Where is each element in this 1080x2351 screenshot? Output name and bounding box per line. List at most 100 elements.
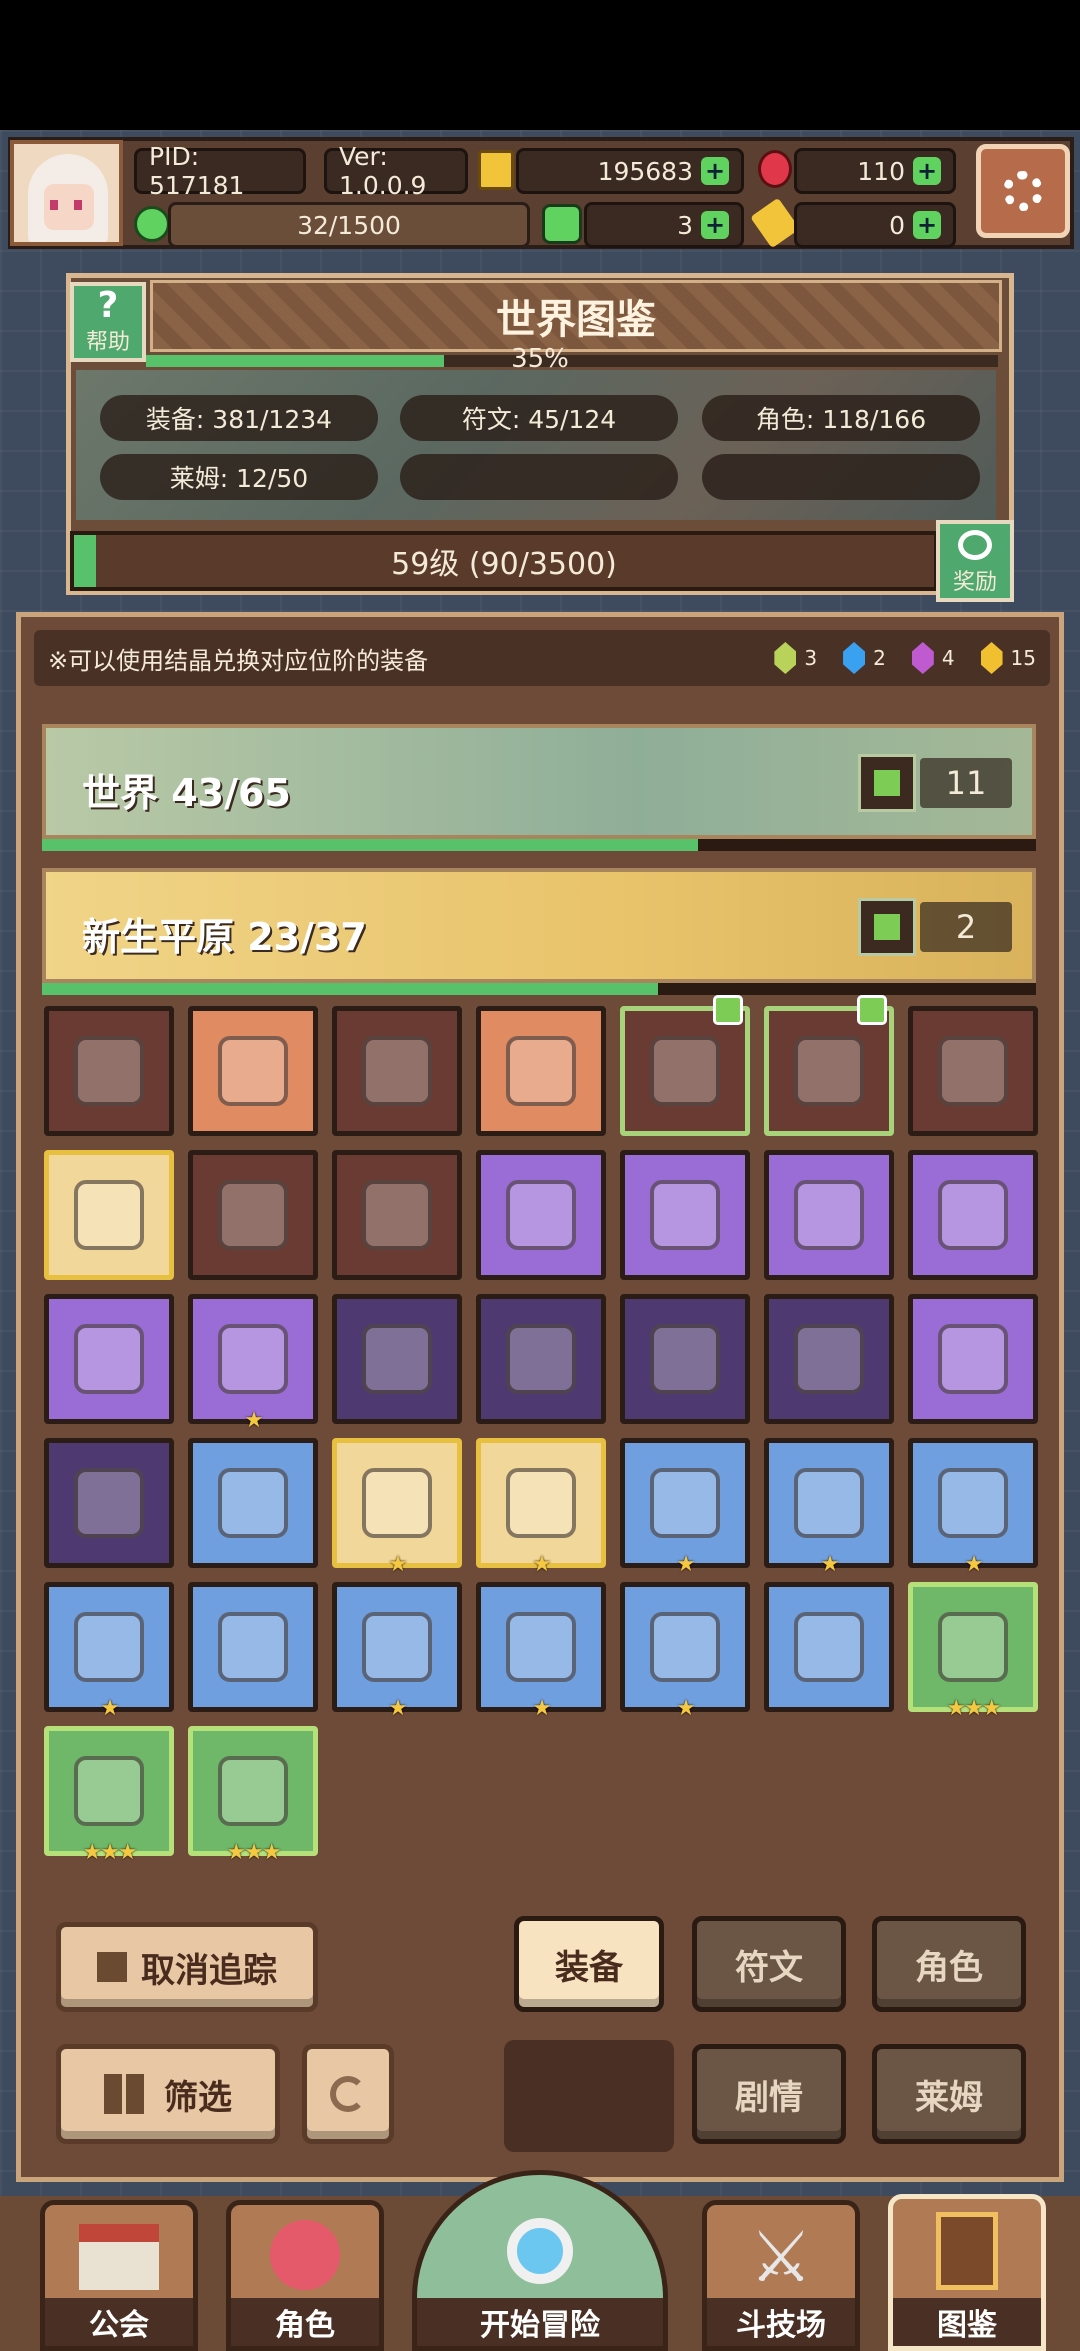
add-key-button[interactable]: + (913, 211, 941, 239)
item-slot[interactable] (332, 1150, 462, 1280)
item-slot[interactable]: ★ (476, 1582, 606, 1721)
item-slot[interactable]: ★ (188, 1294, 318, 1433)
tab-equipment[interactable]: 装备 (514, 1916, 664, 2012)
rarity-stars: ★ (388, 1552, 408, 1577)
item-slot[interactable] (332, 1294, 462, 1424)
untrack-button[interactable]: 取消追踪 (56, 1922, 318, 2012)
add-clover-button[interactable]: + (701, 211, 729, 239)
item-slot[interactable]: ★★★ (908, 1582, 1038, 1721)
item-slot[interactable]: ★ (476, 1438, 606, 1577)
ruby-counter: 110 + (794, 148, 956, 194)
item-slot[interactable]: ★ (332, 1438, 462, 1577)
help-icon: ? (97, 285, 119, 326)
boots-icon (74, 1468, 144, 1538)
crystal-icon (980, 642, 1003, 674)
item-slot[interactable]: ★ (620, 1582, 750, 1721)
item-slot[interactable] (188, 1582, 318, 1712)
item-slot[interactable] (620, 995, 750, 1136)
help-button[interactable]: ? 帮助 (70, 282, 146, 362)
item-slot[interactable] (332, 1006, 462, 1136)
tab-rune[interactable]: 符文 (692, 1916, 846, 2012)
category-plains[interactable]: 新生平原 23/37 2 (42, 868, 1036, 983)
reward-button[interactable]: 奖励 (936, 520, 1014, 602)
ring-icon (506, 1468, 576, 1538)
item-slot[interactable] (476, 1150, 606, 1280)
item-slot[interactable] (44, 1006, 174, 1136)
necklace-icon (218, 1756, 288, 1826)
scepter-icon (218, 1468, 288, 1538)
tab-slime[interactable]: 莱姆 (872, 2044, 1026, 2144)
item-slot[interactable] (908, 1006, 1038, 1136)
guild-icon (79, 2224, 159, 2290)
item-slot[interactable] (44, 1438, 174, 1568)
category-plains-tracked: 2 (920, 902, 1012, 952)
crystal-count-0: 3 (774, 642, 817, 674)
item-slot[interactable] (188, 1438, 318, 1568)
tab-story[interactable]: 剧情 (692, 2044, 846, 2144)
item-slot[interactable]: ★ (620, 1438, 750, 1577)
crystal-count-value: 2 (873, 646, 886, 670)
book-icon (936, 2212, 998, 2290)
crystal-count-1: 2 (843, 642, 886, 674)
thumbs-up-icon (97, 1952, 127, 1982)
nav-arena[interactable]: ⚔ 斗技场 (702, 2200, 860, 2351)
necklace-icon (218, 1612, 288, 1682)
item-slot[interactable] (908, 1150, 1038, 1280)
nav-adventure-label: 开始冒险 (417, 2298, 663, 2346)
item-slot[interactable] (764, 1150, 894, 1280)
category-world[interactable]: 世界 43/65 11 (42, 724, 1036, 839)
avatar[interactable] (10, 140, 123, 246)
crystal-icon (774, 642, 797, 674)
rarity-stars: ★ (244, 1408, 264, 1433)
nav-guild[interactable]: 公会 (40, 2200, 198, 2351)
item-slot[interactable] (764, 1294, 894, 1424)
item-slot[interactable]: ★ (44, 1582, 174, 1721)
ring-icon (650, 1324, 720, 1394)
item-slot[interactable] (188, 1006, 318, 1136)
settings-button[interactable] (976, 144, 1070, 238)
clover-counter: 3 + (584, 202, 744, 248)
stat-equipment: 装备: 381/1234 (100, 395, 378, 441)
filter-button[interactable]: 筛选 (56, 2044, 280, 2144)
item-slot[interactable]: ★★★ (188, 1726, 318, 1865)
reset-button[interactable] (302, 2044, 394, 2144)
item-slot[interactable] (188, 1150, 318, 1280)
gold-counter: 195683 + (516, 148, 744, 194)
add-gold-button[interactable]: + (701, 157, 729, 185)
item-slot[interactable] (764, 1582, 894, 1712)
refresh-icon (330, 2076, 366, 2112)
armor-icon (506, 1612, 576, 1682)
item-slot[interactable] (620, 1150, 750, 1280)
magnifier-icon (507, 2218, 573, 2284)
gear-icon (1003, 171, 1043, 211)
item-slot[interactable]: ★ (764, 1438, 894, 1577)
item-slot[interactable] (44, 1294, 174, 1424)
belt-icon (74, 1324, 144, 1394)
rarity-stars: ★★★ (226, 1840, 281, 1865)
wizard-hat-icon (650, 1180, 720, 1250)
nav-character[interactable]: 角色 (226, 2200, 384, 2351)
help-label: 帮助 (85, 330, 130, 355)
item-slot[interactable] (476, 1294, 606, 1424)
nav-arena-label: 斗技场 (707, 2298, 855, 2346)
add-ruby-button[interactable]: + (913, 157, 941, 185)
item-slot[interactable]: ★★★ (44, 1726, 174, 1865)
item-slot[interactable] (476, 1006, 606, 1136)
item-slot[interactable] (764, 995, 894, 1136)
item-slot[interactable]: ★ (908, 1438, 1038, 1577)
tab-character[interactable]: 角色 (872, 1916, 1026, 2012)
staff-icon (218, 1036, 288, 1106)
axe-icon (650, 1036, 720, 1106)
item-slot[interactable] (908, 1294, 1038, 1424)
level-bar: 59级 (90/3500) (70, 531, 938, 591)
rarity-stars: ★ (820, 1552, 840, 1577)
nav-codex[interactable]: 图鉴 (888, 2194, 1046, 2351)
ring-icon (938, 1036, 1008, 1106)
category-plains-progress (42, 983, 1036, 995)
item-slot[interactable] (44, 1150, 174, 1280)
hood-icon (650, 1468, 720, 1538)
crystal-count-value: 3 (804, 646, 818, 670)
item-slot[interactable] (620, 1294, 750, 1424)
item-slot[interactable]: ★ (332, 1582, 462, 1721)
glove-icon (218, 1180, 288, 1250)
